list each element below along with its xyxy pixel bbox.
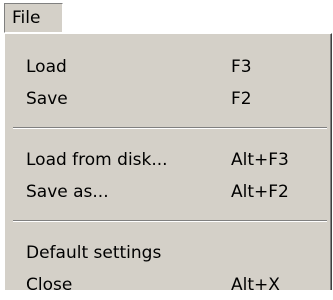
menu-item-label: Save as... — [26, 182, 109, 202]
menu-separator — [13, 220, 327, 222]
menu-item-label: Default settings — [26, 243, 162, 263]
menu-item-label: Close — [26, 275, 73, 295]
menu-item-save[interactable]: Save F2 — [6, 84, 324, 114]
menu-item-close[interactable]: Close Alt+X — [6, 270, 324, 300]
menu-separator — [13, 127, 327, 129]
menu-item-default-settings[interactable]: Default settings — [6, 238, 324, 268]
menu-item-shortcut: Alt+X — [231, 275, 280, 295]
menu-item-shortcut: Alt+F3 — [231, 150, 289, 170]
menu-item-save-as[interactable]: Save as... Alt+F2 — [6, 177, 324, 207]
file-menu-dropdown: Load F3 Save F2 Load from disk... Alt+F3… — [4, 33, 332, 295]
menu-item-load[interactable]: Load F3 — [6, 52, 324, 82]
menu-item-shortcut: F3 — [231, 57, 252, 77]
menu-item-label: Load from disk... — [26, 150, 168, 170]
menu-item-shortcut: Alt+F2 — [231, 182, 289, 202]
file-menu[interactable]: File — [4, 3, 63, 33]
menu-item-shortcut: F2 — [231, 89, 252, 109]
menu-bar: File — [0, 0, 333, 35]
menu-item-label: Save — [26, 89, 68, 109]
menu-item-load-from-disk[interactable]: Load from disk... Alt+F3 — [6, 145, 324, 175]
menu-item-label: Load — [26, 57, 67, 77]
